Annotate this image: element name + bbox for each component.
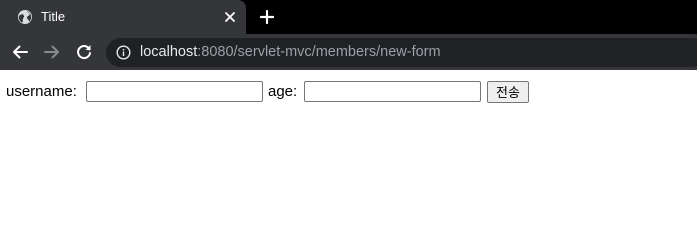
page-content: username: age: 전송 <box>0 70 697 247</box>
age-label: age: <box>268 83 298 100</box>
arrow-left-icon[interactable] <box>10 42 30 62</box>
submit-button[interactable]: 전송 <box>487 81 529 103</box>
username-label: username: <box>6 83 77 100</box>
close-icon[interactable] <box>221 8 239 26</box>
url-text[interactable]: localhost:8080/servlet-mvc/members/new-f… <box>140 44 441 61</box>
age-input[interactable] <box>304 81 481 102</box>
info-icon[interactable] <box>116 45 131 60</box>
username-input[interactable] <box>86 81 263 102</box>
url-path: :8080/servlet-mvc/members/new-form <box>197 44 441 60</box>
arrow-right-icon[interactable] <box>42 42 62 62</box>
globe-icon <box>18 10 32 24</box>
browser-toolbar: localhost:8080/servlet-mvc/members/new-f… <box>0 34 697 70</box>
tab-title: Title <box>41 9 66 24</box>
browser-window: Title localhost:8080/servlet-mvc/members… <box>0 0 697 247</box>
address-bar[interactable]: localhost:8080/servlet-mvc/members/new-f… <box>106 38 697 67</box>
plus-icon[interactable] <box>257 7 277 27</box>
tab-active[interactable]: Title <box>0 0 246 34</box>
tab-strip: Title <box>0 0 697 34</box>
url-host: localhost <box>140 44 198 60</box>
reload-icon[interactable] <box>74 42 94 62</box>
